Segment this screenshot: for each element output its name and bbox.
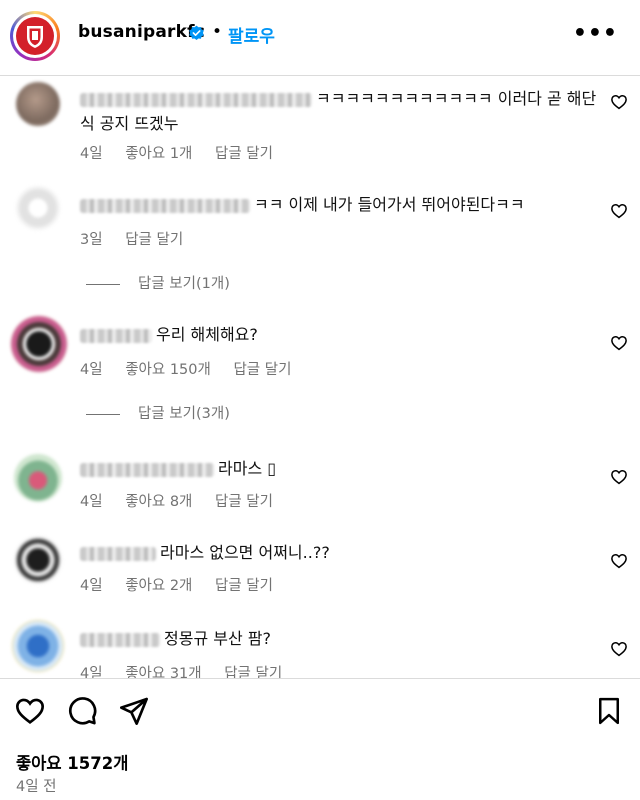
commenter-avatar[interactable] [16, 82, 60, 126]
commenter-username-blurred[interactable] [80, 328, 152, 343]
comment-meta: 4일 좋아요 150개 답글 달기 [80, 358, 309, 379]
heart-icon[interactable] [610, 552, 628, 570]
comment-likes[interactable]: 좋아요 1개 [125, 146, 192, 162]
comment-text: 라마스 ▯ [218, 459, 277, 478]
comment-meta: 3일 답글 달기 [80, 228, 201, 249]
comment-likes[interactable]: 좋아요 31개 [125, 666, 201, 678]
replies-divider [86, 413, 120, 415]
reply-button[interactable]: 답글 달기 [215, 494, 273, 510]
like-heart-icon[interactable] [14, 695, 46, 727]
heart-icon[interactable] [610, 468, 628, 486]
commenter-username-blurred[interactable] [80, 198, 250, 213]
shield-logo-icon [27, 26, 43, 48]
commenter-avatar[interactable] [14, 454, 62, 502]
comment-meta: 4일 좋아요 2개 답글 달기 [80, 574, 291, 595]
more-options-icon[interactable]: ••• [573, 23, 618, 45]
replies-divider [86, 283, 120, 285]
heart-icon[interactable] [610, 202, 628, 220]
comment-text: 우리 해체해요? [156, 325, 258, 344]
avatar-frame [13, 14, 57, 58]
post-header: busaniparkfc • 팔로우 ••• [0, 0, 640, 76]
comment-text: 라마스 없으면 어쩌니..?? [160, 543, 330, 562]
comment-icon[interactable] [66, 695, 98, 727]
view-replies-button[interactable]: 답글 보기(3개) [86, 402, 230, 423]
reply-button[interactable]: 답글 달기 [125, 232, 183, 248]
comment-text-block: 라마스 ▯ [80, 456, 600, 481]
account-avatar[interactable] [10, 11, 60, 61]
comment-time: 4일 [80, 362, 103, 378]
comment-text-block: ㅋㅋㅋㅋㅋㅋㅋㅋㅋㅋㅋㅋ 이러다 곧 해단식 공지 뜨겠누 [80, 86, 600, 136]
commenter-avatar[interactable] [12, 620, 64, 672]
commenter-avatar[interactable] [14, 536, 62, 584]
comments-list[interactable]: ㅋㅋㅋㅋㅋㅋㅋㅋㅋㅋㅋㅋ 이러다 곧 해단식 공지 뜨겠누 4일 좋아요 1개 … [0, 76, 640, 678]
comment-time: 4일 [80, 146, 103, 162]
comment-text: ㅋㅋ 이제 내가 들어가서 뛰어야된다ㅋㅋ [254, 195, 525, 214]
post-time: 4일 전 [16, 779, 57, 795]
comment-time: 4일 [80, 494, 103, 510]
comment-likes[interactable]: 좋아요 8개 [125, 494, 192, 510]
reply-button[interactable]: 답글 달기 [215, 578, 273, 594]
comment-time: 3일 [80, 232, 103, 248]
commenter-username-blurred[interactable] [80, 462, 214, 477]
comment-text-block: 우리 해체해요? [80, 322, 600, 347]
comment-meta: 4일 좋아요 31개 답글 달기 [80, 662, 300, 678]
heart-icon[interactable] [610, 640, 628, 658]
post-actions: 좋아요 1572개 4일 전 [0, 678, 640, 800]
comment-time: 4일 [80, 578, 103, 594]
account-name[interactable]: busaniparkfc [78, 22, 205, 42]
follow-button[interactable]: 팔로우 [228, 22, 275, 47]
reply-button[interactable]: 답글 달기 [233, 362, 291, 378]
heart-icon[interactable] [610, 334, 628, 352]
comment-text-block: 정몽규 부산 팜? [80, 626, 600, 651]
comment-time: 4일 [80, 666, 103, 678]
comment-text: 정몽규 부산 팜? [164, 629, 271, 648]
likes-count[interactable]: 좋아요 1572개 [16, 750, 128, 774]
bookmark-icon[interactable] [594, 695, 624, 727]
commenter-username-blurred[interactable] [80, 92, 312, 107]
view-replies-button[interactable]: 답글 보기(1개) [86, 272, 230, 293]
verified-badge-icon [189, 25, 204, 41]
view-replies-label: 답글 보기(1개) [138, 276, 230, 292]
comment-text-block: ㅋㅋ 이제 내가 들어가서 뛰어야된다ㅋㅋ [80, 192, 600, 217]
header-separator: • [212, 22, 223, 42]
reply-button[interactable]: 답글 달기 [224, 666, 282, 678]
comment-likes[interactable]: 좋아요 2개 [125, 578, 192, 594]
comment-meta: 4일 좋아요 8개 답글 달기 [80, 490, 291, 511]
view-replies-label: 답글 보기(3개) [138, 406, 230, 422]
comment-meta: 4일 좋아요 1개 답글 달기 [80, 142, 291, 163]
reply-button[interactable]: 답글 달기 [215, 146, 273, 162]
commenter-avatar[interactable] [11, 316, 67, 372]
heart-icon[interactable] [610, 93, 628, 111]
club-logo [16, 17, 54, 55]
comment-text-block: 라마스 없으면 어쩌니..?? [80, 540, 600, 565]
share-icon[interactable] [118, 695, 150, 727]
comment-likes[interactable]: 좋아요 150개 [125, 362, 211, 378]
commenter-avatar[interactable] [16, 186, 60, 230]
commenter-username-blurred[interactable] [80, 632, 160, 647]
commenter-username-blurred[interactable] [80, 546, 156, 561]
